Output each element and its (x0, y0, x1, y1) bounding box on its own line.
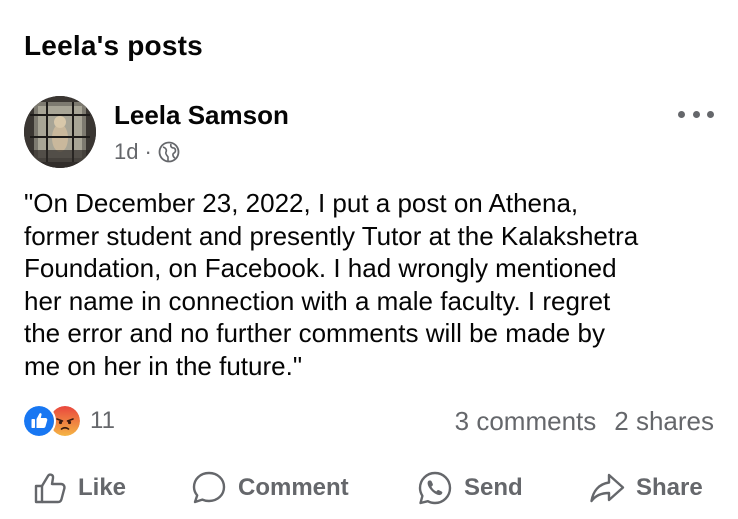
send-button[interactable]: Send (416, 466, 523, 510)
like-label: Like (78, 474, 127, 501)
post-text-line: Foundation, on Facebook. I had wrongly m… (24, 253, 617, 283)
share-arrow-icon (590, 473, 625, 503)
page-title: Leela's posts (24, 30, 203, 61)
post-text-line: me on her in the future." (24, 350, 303, 381)
globe-icon (158, 141, 180, 163)
comment-button[interactable]: Comment (190, 466, 349, 510)
comment-bubble-icon (192, 471, 226, 504)
shares-count-link[interactable]: 2 shares (614, 406, 714, 437)
more-dot (678, 110, 685, 118)
avatar[interactable] (24, 96, 96, 168)
comment-label: Comment (238, 474, 349, 501)
more-dot (707, 110, 714, 118)
action-bar: Like Comment Send Share (0, 466, 738, 510)
post-text-line: "On December 23, 2022, I put a post on A… (24, 188, 579, 218)
like-button[interactable]: Like (32, 466, 126, 510)
author-name[interactable]: Leela Samson (114, 100, 289, 131)
share-button[interactable]: Share (588, 466, 703, 510)
post-text-line: the error and no further comments will b… (24, 318, 605, 348)
post-text-line: her name in connection with a male facul… (24, 285, 611, 316)
whatsapp-icon (418, 471, 452, 505)
like-reaction-icon (22, 404, 56, 438)
post-text-line: former student and presently Tutor at th… (24, 220, 639, 251)
thumbs-up-icon (34, 473, 66, 504)
more-dot (692, 110, 700, 118)
post-text: "On December 23, 2022, I put a post on A… (24, 187, 724, 382)
reaction-count: 11 (90, 407, 115, 434)
post-meta: 1d · (114, 138, 180, 166)
meta-separator: · (144, 139, 152, 164)
reactions-summary[interactable]: 11 (22, 404, 115, 438)
post-time[interactable]: 1d (114, 139, 138, 165)
comments-count-link[interactable]: 3 comments (455, 406, 597, 437)
post-stats: 3 comments 2 shares (455, 404, 714, 438)
more-options-icon[interactable] (678, 102, 714, 126)
share-label: Share (636, 474, 703, 501)
avatar-photo (24, 96, 96, 168)
send-label: Send (464, 474, 523, 501)
